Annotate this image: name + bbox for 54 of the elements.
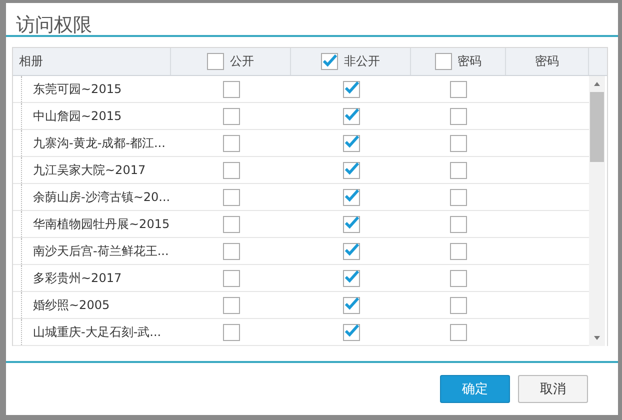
header-checkbox[interactable] <box>434 53 452 70</box>
album-name: 婚纱照~2005 <box>33 296 110 314</box>
album-name: 山城重庆-大足石刻-武... <box>33 324 162 340</box>
header-checkbox[interactable] <box>321 53 338 70</box>
checkbox[interactable] <box>222 134 240 152</box>
checkbox[interactable] <box>450 188 467 206</box>
album-name: 华南植物园牡丹展~2015 <box>33 216 170 232</box>
album-name: 余荫山房-沙湾古镇~20... <box>33 188 170 206</box>
column-header: 密码 <box>458 53 482 70</box>
cancel-button[interactable]: 取消 <box>518 375 588 403</box>
checkbox[interactable] <box>222 216 240 232</box>
checkbox[interactable] <box>450 216 467 232</box>
checkbox[interactable] <box>222 80 240 98</box>
checkbox[interactable] <box>222 270 240 286</box>
checkbox[interactable] <box>342 296 360 314</box>
checkbox[interactable] <box>450 108 467 124</box>
window-title: 访问权限 <box>6 3 618 37</box>
checkbox[interactable] <box>342 188 360 206</box>
album-name: 多彩贵州~2017 <box>33 270 122 286</box>
checkbox[interactable] <box>342 134 360 152</box>
album-name: 九寨沟-黄龙-成都-都江... <box>33 134 166 152</box>
scroll-up-icon[interactable] <box>593 80 601 88</box>
column-header: 非公开 <box>344 53 380 70</box>
scrollbar-thumb[interactable] <box>590 92 604 162</box>
checkbox[interactable] <box>222 108 240 124</box>
checkbox[interactable] <box>450 324 467 340</box>
album-name: 九江吴家大院~2017 <box>33 162 146 178</box>
checkbox[interactable] <box>342 216 360 232</box>
checkbox[interactable] <box>342 324 360 340</box>
checkbox[interactable] <box>222 242 240 260</box>
scrollbar[interactable] <box>589 76 605 346</box>
checkbox[interactable] <box>222 162 240 178</box>
checkbox[interactable] <box>342 162 360 178</box>
checkbox[interactable] <box>450 270 467 286</box>
checkbox[interactable] <box>342 270 360 286</box>
checkbox[interactable] <box>450 242 467 260</box>
checkbox[interactable] <box>222 324 240 340</box>
checkbox[interactable] <box>342 242 360 260</box>
checkbox[interactable] <box>450 134 467 152</box>
checkbox[interactable] <box>450 162 467 178</box>
checkbox[interactable] <box>450 296 467 314</box>
column-header: 密码 <box>535 53 559 70</box>
header-checkbox[interactable] <box>207 53 224 70</box>
checkbox[interactable] <box>342 108 360 124</box>
album-name: 南沙天后宫-荷兰鲜花王... <box>33 242 169 260</box>
album-name: 中山詹园~2015 <box>33 108 122 124</box>
checkbox[interactable] <box>450 80 467 98</box>
checkbox[interactable] <box>342 80 360 98</box>
column-header: 相册 <box>19 53 43 70</box>
album-name: 东莞可园~2015 <box>33 80 122 98</box>
scroll-down-icon[interactable] <box>593 334 601 342</box>
column-header: 公开 <box>230 53 254 70</box>
checkbox[interactable] <box>222 296 240 314</box>
checkbox[interactable] <box>222 188 240 206</box>
